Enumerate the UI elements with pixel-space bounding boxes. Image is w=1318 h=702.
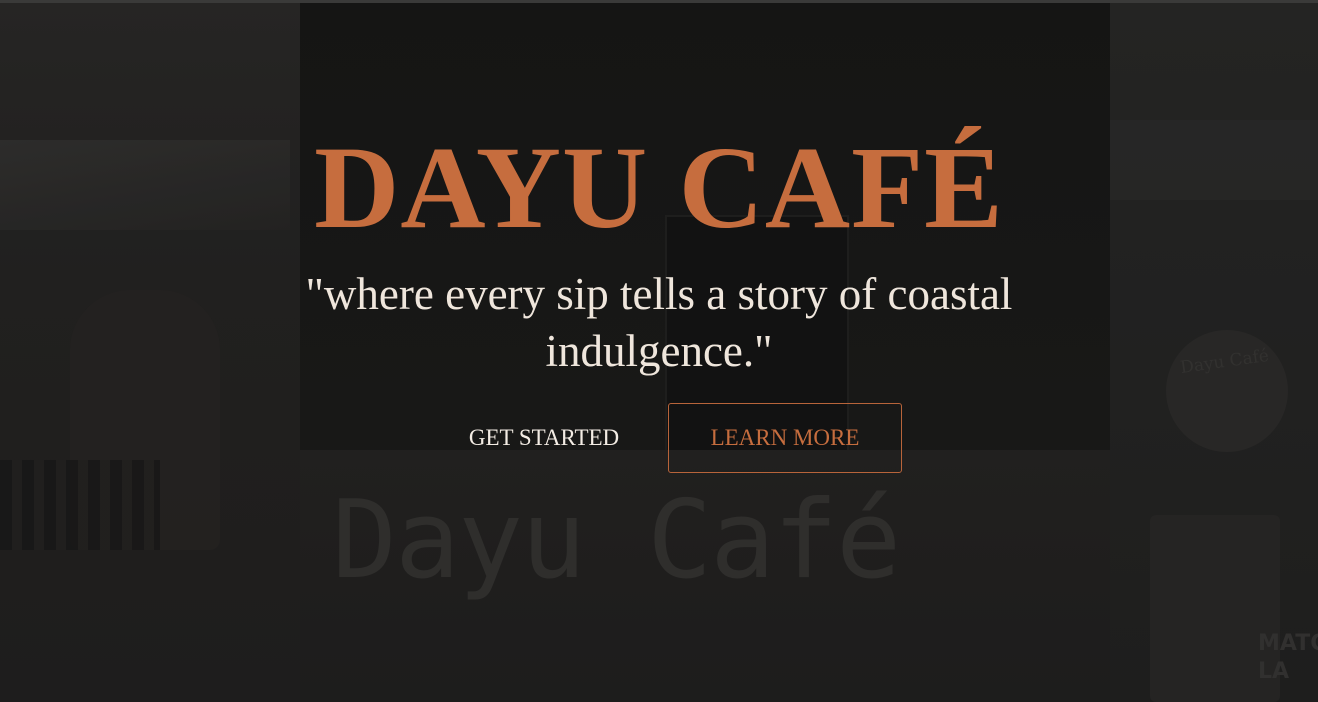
learn-more-button[interactable]: LEARN MORE [668, 403, 902, 473]
hero-tagline: "where every sip tells a story of coasta… [305, 269, 1013, 376]
hero-title: DAYU CAFÉ [314, 122, 1004, 253]
top-strip [0, 0, 1318, 3]
get-started-button[interactable]: GET STARTED [440, 403, 648, 473]
hero-section: Dayu Café Dayu Café MATC LA DAYU CAFÉ "w… [0, 0, 1318, 702]
